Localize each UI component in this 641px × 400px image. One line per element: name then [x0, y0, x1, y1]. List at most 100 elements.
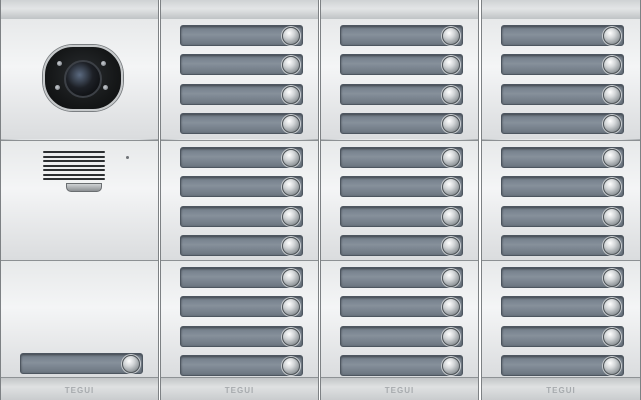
infrared-led — [57, 61, 62, 66]
name-plate — [180, 206, 303, 227]
infrared-led — [55, 85, 60, 90]
name-plate — [20, 353, 143, 374]
panel-top-frame — [161, 0, 318, 20]
call-button-icon[interactable] — [282, 86, 300, 104]
status-led — [126, 156, 129, 159]
call-button-icon[interactable] — [603, 56, 621, 74]
panel-3: TEGUI — [320, 0, 479, 400]
button-module — [321, 140, 478, 260]
panel-top-frame — [1, 0, 158, 20]
button-module — [161, 260, 318, 378]
call-button-icon[interactable] — [603, 149, 621, 167]
speaker-slot — [43, 169, 105, 171]
call-button-icon[interactable] — [442, 27, 460, 45]
name-plate — [501, 84, 624, 105]
brand-logo: TEGUI — [64, 386, 95, 395]
panel-1: TEGUI — [0, 0, 159, 400]
call-button-icon[interactable] — [442, 178, 460, 196]
panel-top-frame — [321, 0, 478, 20]
speaker-slot — [43, 155, 105, 158]
call-button-icon[interactable] — [282, 56, 300, 74]
single-button-module — [1, 260, 158, 378]
name-plate — [501, 176, 624, 197]
call-button-icon[interactable] — [442, 86, 460, 104]
call-button-icon[interactable] — [603, 357, 621, 375]
speaker-slot — [43, 151, 105, 153]
call-button-icon[interactable] — [282, 149, 300, 167]
camera-module — [1, 19, 158, 139]
name-plate — [501, 206, 624, 227]
call-button-icon[interactable] — [282, 208, 300, 226]
speaker-slot — [43, 173, 105, 176]
name-plate — [340, 326, 463, 347]
call-button-icon[interactable] — [442, 328, 460, 346]
name-plate — [340, 176, 463, 197]
call-button-icon[interactable] — [603, 115, 621, 133]
button-module — [482, 19, 640, 139]
panel-bottom-frame: TEGUI — [321, 377, 478, 400]
call-button-icon[interactable] — [603, 298, 621, 316]
call-button-icon[interactable] — [603, 178, 621, 196]
panel-bottom-frame: TEGUI — [482, 377, 640, 400]
call-button-icon[interactable] — [442, 269, 460, 287]
call-button-icon[interactable] — [603, 237, 621, 255]
call-button-icon[interactable] — [442, 115, 460, 133]
speaker-grille-icon — [43, 151, 105, 185]
name-plate — [501, 147, 624, 168]
button-module — [161, 19, 318, 139]
call-button-icon[interactable] — [442, 357, 460, 375]
brand-logo: TEGUI — [384, 386, 415, 395]
button-module — [321, 19, 478, 139]
call-button-icon[interactable] — [282, 298, 300, 316]
call-button-icon[interactable] — [282, 269, 300, 287]
button-module — [321, 260, 478, 378]
name-plate — [501, 296, 624, 317]
name-plate — [180, 355, 303, 376]
call-button-icon[interactable] — [442, 208, 460, 226]
call-button-icon[interactable] — [282, 357, 300, 375]
brand-logo: TEGUI — [224, 386, 255, 395]
call-button-icon[interactable] — [122, 355, 140, 373]
name-plate — [340, 113, 463, 134]
speaker-slot — [43, 178, 105, 180]
name-plate — [180, 296, 303, 317]
name-plate — [180, 326, 303, 347]
call-button-icon[interactable] — [603, 269, 621, 287]
infrared-led — [101, 61, 106, 66]
name-plate — [501, 25, 624, 46]
name-plate — [340, 147, 463, 168]
name-plate — [340, 206, 463, 227]
call-button-icon[interactable] — [442, 298, 460, 316]
call-button-icon[interactable] — [603, 86, 621, 104]
call-button-icon[interactable] — [282, 237, 300, 255]
name-plate — [180, 54, 303, 75]
call-button-icon[interactable] — [282, 115, 300, 133]
name-plate — [340, 355, 463, 376]
name-plate — [340, 54, 463, 75]
call-button-icon[interactable] — [442, 237, 460, 255]
name-plate — [340, 235, 463, 256]
name-plate — [180, 25, 303, 46]
call-button-icon[interactable] — [603, 27, 621, 45]
name-plate — [180, 235, 303, 256]
name-plate — [501, 326, 624, 347]
infrared-led — [103, 85, 108, 90]
call-button-icon[interactable] — [282, 328, 300, 346]
name-plate — [501, 267, 624, 288]
call-button-icon[interactable] — [282, 27, 300, 45]
call-button-icon[interactable] — [282, 178, 300, 196]
button-module — [482, 140, 640, 260]
brand-logo: TEGUI — [546, 386, 576, 395]
camera-lens — [64, 60, 102, 98]
name-plate — [340, 84, 463, 105]
call-button-icon[interactable] — [603, 208, 621, 226]
call-button-icon[interactable] — [603, 328, 621, 346]
name-plate — [340, 267, 463, 288]
speaker-slot — [43, 164, 105, 167]
button-module — [161, 140, 318, 260]
call-button-icon[interactable] — [442, 149, 460, 167]
call-button-icon[interactable] — [442, 56, 460, 74]
name-plate — [180, 267, 303, 288]
microphone-icon — [66, 183, 102, 192]
button-module — [482, 260, 640, 378]
